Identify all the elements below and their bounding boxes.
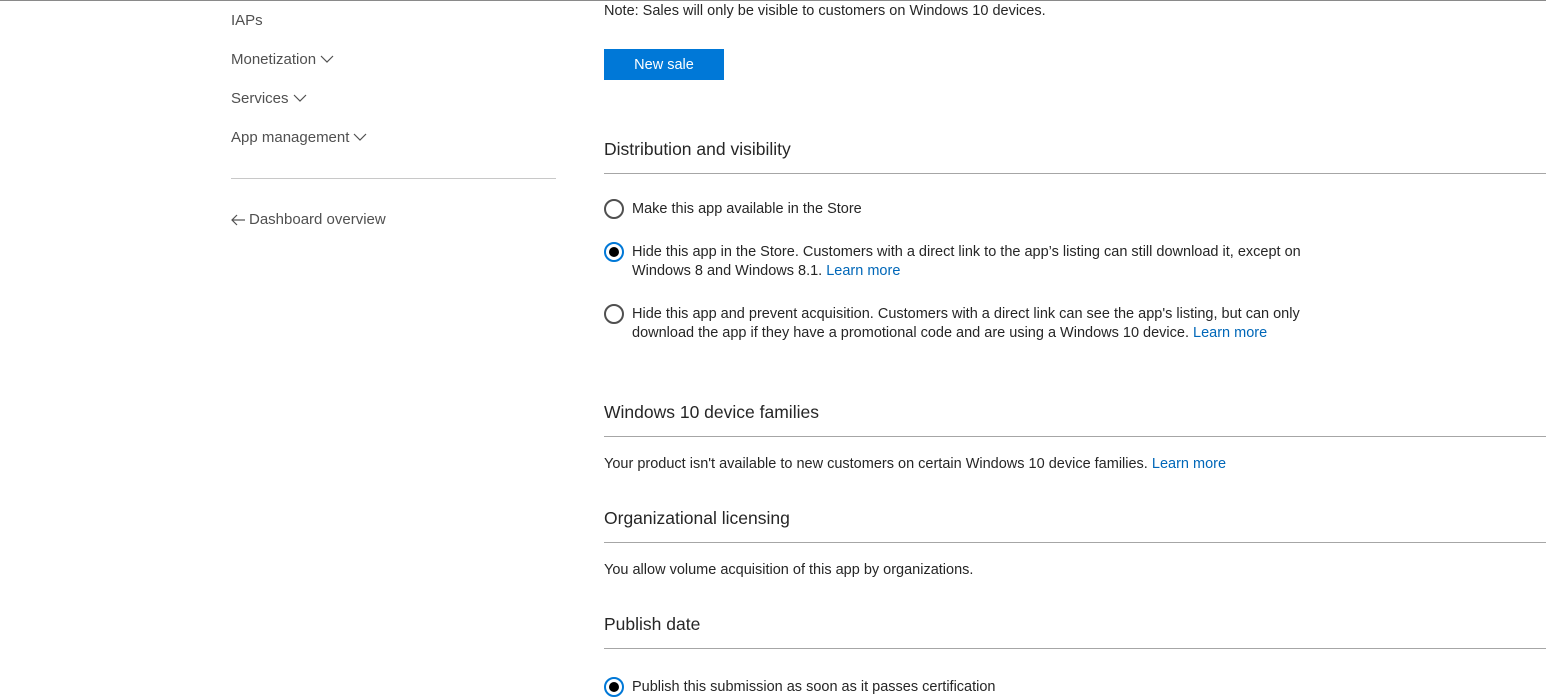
sidebar-item-label: IAPs bbox=[231, 11, 263, 29]
radio-label: Hide this app in the Store. Customers wi… bbox=[632, 244, 1301, 279]
new-sale-button[interactable]: New sale bbox=[604, 49, 724, 80]
chevron-down-icon bbox=[353, 133, 367, 141]
device-families-text: Your product isn't available to new cust… bbox=[604, 456, 1227, 472]
sidebar-item-label: Services bbox=[231, 89, 289, 107]
section-divider bbox=[604, 173, 1546, 174]
chevron-down-icon bbox=[320, 55, 334, 63]
radio-button[interactable] bbox=[604, 304, 624, 324]
section-divider bbox=[604, 648, 1546, 649]
publish-date-title: Publish date bbox=[604, 614, 701, 634]
learn-more-link[interactable]: Learn more bbox=[1152, 456, 1226, 472]
sidebar-divider bbox=[231, 178, 556, 179]
arrow-left-icon bbox=[231, 214, 245, 225]
sidebar-item-services[interactable]: Services bbox=[231, 88, 307, 108]
device-families-title: Windows 10 device families bbox=[604, 402, 819, 422]
chevron-down-icon bbox=[293, 94, 306, 102]
dashboard-overview-link[interactable]: Dashboard overview bbox=[231, 211, 386, 228]
dashboard-overview-label: Dashboard overview bbox=[249, 211, 386, 228]
radio-hide-prevent-acquisition[interactable]: Hide this app and prevent acquisition. C… bbox=[604, 304, 1324, 343]
radio-button[interactable] bbox=[604, 199, 624, 219]
distribution-title: Distribution and visibility bbox=[604, 139, 791, 159]
section-divider bbox=[604, 436, 1546, 437]
top-border bbox=[0, 0, 1546, 1]
sidebar-item-iaps[interactable]: IAPs bbox=[231, 10, 263, 30]
radio-label: Make this app available in the Store bbox=[632, 201, 862, 217]
radio-publish-asap[interactable]: Publish this submission as soon as it pa… bbox=[604, 677, 1324, 697]
radio-button-selected[interactable] bbox=[604, 242, 624, 262]
sidebar-item-label: App management bbox=[231, 128, 350, 146]
learn-more-link[interactable]: Learn more bbox=[1193, 325, 1267, 341]
sidebar-item-app-management[interactable]: App management bbox=[231, 127, 367, 147]
radio-make-available[interactable]: Make this app available in the Store bbox=[604, 199, 1324, 219]
sidebar-item-label: Monetization bbox=[231, 50, 317, 68]
radio-hide-in-store[interactable]: Hide this app in the Store. Customers wi… bbox=[604, 242, 1324, 281]
learn-more-link[interactable]: Learn more bbox=[826, 263, 900, 279]
org-licensing-title: Organizational licensing bbox=[604, 508, 790, 528]
radio-label: Hide this app and prevent acquisition. C… bbox=[632, 306, 1300, 341]
sales-note: Note: Sales will only be visible to cust… bbox=[604, 3, 1046, 19]
radio-label: Publish this submission as soon as it pa… bbox=[632, 679, 996, 695]
radio-button-selected[interactable] bbox=[604, 677, 624, 697]
section-divider bbox=[604, 542, 1546, 543]
sidebar-item-monetization[interactable]: Monetization bbox=[231, 49, 334, 69]
org-licensing-text: You allow volume acquisition of this app… bbox=[604, 562, 974, 578]
